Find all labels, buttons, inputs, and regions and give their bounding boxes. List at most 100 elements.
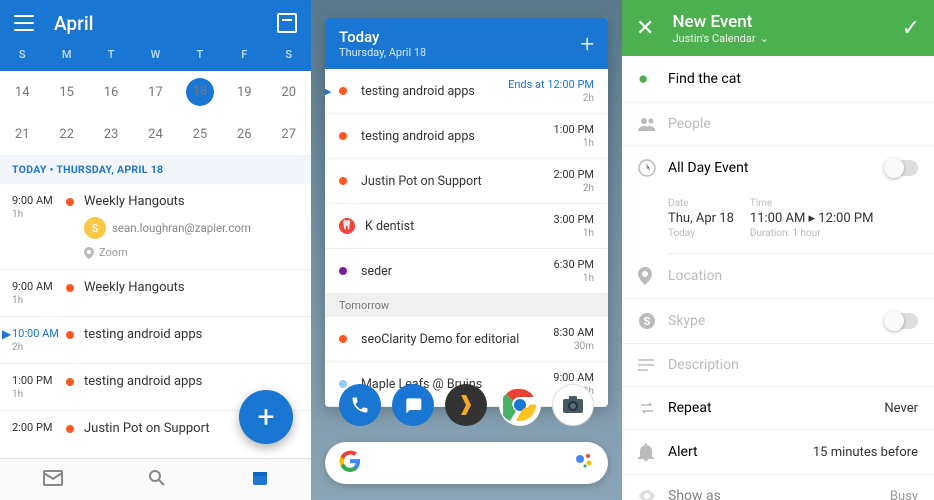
location-row[interactable]: Location <box>622 254 934 299</box>
dock <box>311 384 622 426</box>
calendar-color-dot-icon: ● <box>638 69 668 89</box>
date-cell[interactable]: 21 <box>0 127 44 142</box>
allday-label: All Day Event <box>668 160 884 176</box>
description-placeholder: Description <box>668 357 918 373</box>
date-picker[interactable]: Date Thu, Apr 18 Today <box>668 198 734 239</box>
location-pin-icon <box>84 247 94 259</box>
event-time: 2:00 PM2h <box>554 168 594 194</box>
widget-event-row[interactable]: ▶testing android appsEnds at 12:00 PM2h <box>325 69 608 114</box>
description-row[interactable]: Description <box>622 344 934 387</box>
event-title: seder <box>361 264 554 279</box>
people-row[interactable]: People <box>622 103 934 146</box>
clock-icon <box>638 159 668 177</box>
date-cell[interactable]: 20 <box>267 85 311 100</box>
widget-event-row[interactable]: seoClarity Demo for editorial8:30 AM30m <box>325 317 608 362</box>
chrome-app-icon[interactable] <box>499 384 541 426</box>
agenda-item[interactable]: 9:00 AM1hWeekly HangoutsSsean.loughran@z… <box>0 184 311 270</box>
allday-toggle[interactable] <box>884 160 918 176</box>
widget-event-row[interactable]: 🦷K dentist3:00 PM1h <box>325 204 608 249</box>
calendar-color-dot-icon <box>339 335 347 343</box>
date-cell[interactable]: 15 <box>44 85 88 100</box>
allday-row[interactable]: All Day Event <box>622 146 934 190</box>
showas-label: Show as <box>668 488 890 500</box>
event-time: 3:00 PM1h <box>554 213 594 239</box>
date-cell[interactable]: 16 <box>89 85 133 100</box>
phone-app-icon[interactable] <box>339 384 381 426</box>
date-cell[interactable]: 24 <box>133 127 177 142</box>
widget-date: Thursday, April 18 <box>339 46 580 59</box>
date-cell-today[interactable]: 18 <box>178 78 222 106</box>
hamburger-icon[interactable] <box>14 15 34 31</box>
alert-value: 15 minutes before <box>813 445 918 460</box>
event-title: Weekly Hangouts <box>84 280 185 295</box>
messages-app-icon[interactable] <box>392 384 434 426</box>
date-cell[interactable]: 14 <box>0 85 44 100</box>
repeat-icon <box>638 401 668 415</box>
event-time: 9:00 AM1h <box>12 280 62 306</box>
header: April <box>0 0 311 46</box>
widget-event-row[interactable]: testing android apps1:00 PM1h <box>325 114 608 159</box>
event-time: Ends at 12:00 PM2h <box>508 78 594 104</box>
widget-event-row[interactable]: seder6:30 PM1h <box>325 249 608 294</box>
mail-icon[interactable] <box>43 470 63 490</box>
datetime-row: Date Thu, Apr 18 Today Time 11:00 AM ▸ 1… <box>668 190 934 254</box>
skype-icon: S <box>638 312 668 330</box>
calendar-picker[interactable]: Justin's Calendar ⌄ <box>672 32 901 45</box>
date-cell[interactable]: 27 <box>267 127 311 142</box>
agenda-item[interactable]: 9:00 AM1h Weekly Hangouts <box>0 270 311 317</box>
showas-row[interactable]: Show as Busy <box>622 475 934 500</box>
date-cell[interactable]: 19 <box>222 85 266 100</box>
google-search-bar[interactable] <box>325 442 608 484</box>
save-check-icon[interactable]: ✓ <box>902 16 920 41</box>
attendee-email: sean.loughran@zapier.com <box>112 221 251 235</box>
date-cell[interactable]: 26 <box>222 127 266 142</box>
time-picker[interactable]: Time 11:00 AM ▸ 12:00 PM Duration: 1 hou… <box>750 198 874 239</box>
calendar-tab-icon[interactable] <box>251 469 269 491</box>
date-cell[interactable]: 25 <box>178 127 222 142</box>
week-row-1: 14 15 16 17 18 19 20 <box>0 71 311 113</box>
month-title[interactable]: April <box>54 12 277 35</box>
date-cell[interactable]: 23 <box>89 127 133 142</box>
widget-today-list: ▶testing android appsEnds at 12:00 PM2ht… <box>325 69 608 294</box>
assistant-icon[interactable] <box>574 451 594 475</box>
agenda-icon[interactable] <box>277 13 297 33</box>
skype-toggle[interactable] <box>884 313 918 329</box>
app-drawer-handle-icon[interactable]: ⌃ <box>462 363 471 376</box>
plex-app-icon[interactable] <box>445 384 487 426</box>
repeat-label: Repeat <box>668 400 884 416</box>
camera-app-icon[interactable] <box>552 384 594 426</box>
agenda-item[interactable]: ▶10:00 AM2htesting android apps <box>0 317 311 364</box>
event-time: 1:00 PM1h <box>554 123 594 149</box>
alert-row[interactable]: Alert 15 minutes before <box>622 430 934 475</box>
event-time: 8:30 AM30m <box>553 326 594 352</box>
eye-icon <box>638 490 668 500</box>
alert-label: Alert <box>668 444 813 460</box>
widget-add-icon[interactable]: + <box>580 30 594 58</box>
today-section-header: TODAY • THURSDAY, APRIL 18 <box>0 155 311 184</box>
calendar-color-dot-icon <box>66 331 74 339</box>
widget-tomorrow-header: Tomorrow <box>325 294 608 317</box>
search-icon[interactable] <box>148 469 166 491</box>
location-text: Zoom <box>99 246 128 259</box>
event-time: 10:00 AM2h <box>12 327 62 353</box>
date-cell[interactable]: 22 <box>44 127 88 142</box>
skype-label: Skype <box>668 313 884 329</box>
bottom-nav <box>0 458 311 500</box>
repeat-row[interactable]: Repeat Never <box>622 387 934 430</box>
skype-row[interactable]: S Skype <box>622 299 934 344</box>
week-row-2: 21 22 23 24 25 26 27 <box>0 113 311 155</box>
calendar-app-pane: April S M T W T F S 14 15 16 17 18 19 20… <box>0 0 311 500</box>
homescreen-widget-pane: Today Thursday, April 18 + ▶testing andr… <box>311 0 622 500</box>
repeat-value: Never <box>884 401 918 416</box>
event-title: testing android apps <box>361 84 508 99</box>
event-title-row[interactable]: ● Find the cat <box>622 56 934 103</box>
chevron-down-icon: ⌄ <box>760 32 769 45</box>
widget-event-row[interactable]: Justin Pot on Support2:00 PM2h <box>325 159 608 204</box>
event-title-input[interactable]: Find the cat <box>668 71 918 87</box>
calendar-color-dot-icon <box>66 378 74 386</box>
event-time: 2:00 PM <box>12 421 62 436</box>
people-placeholder: People <box>668 116 918 132</box>
date-cell[interactable]: 17 <box>133 85 177 100</box>
add-event-fab[interactable]: + <box>239 390 293 444</box>
close-icon[interactable]: ✕ <box>636 16 654 41</box>
